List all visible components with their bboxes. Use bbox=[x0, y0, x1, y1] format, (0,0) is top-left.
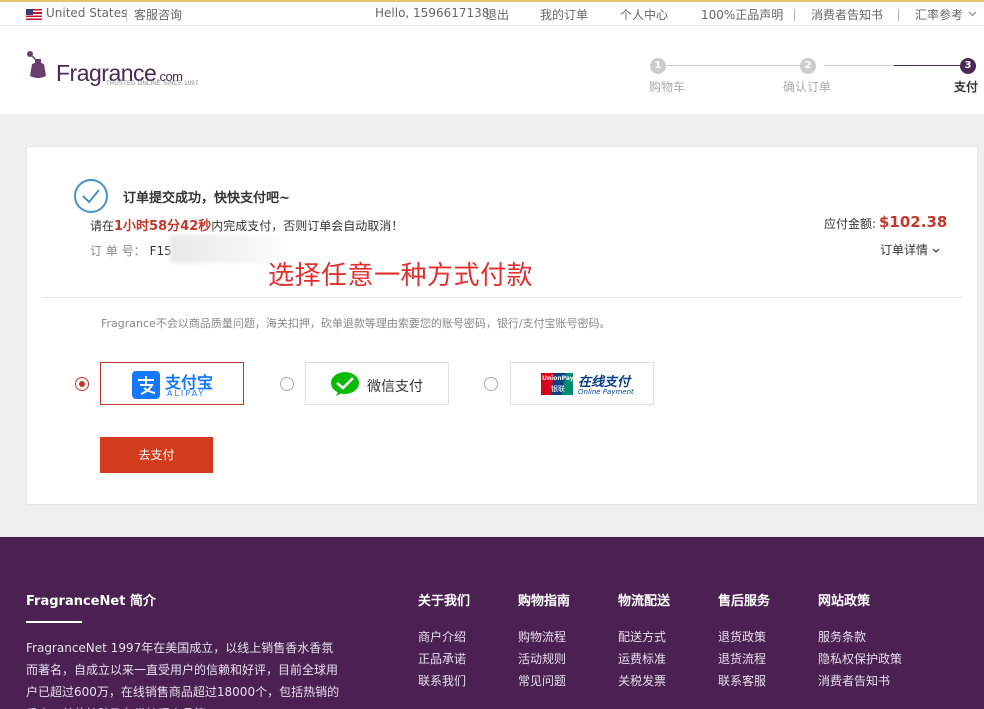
footer-link[interactable]: 配送方式 bbox=[618, 626, 670, 648]
footer-column-title: 售后服务 bbox=[718, 594, 771, 609]
countdown-timer: 1小时58分42秒 bbox=[114, 219, 212, 234]
footer-column-policy: 网站政策 服务条款 隐私权保护政策 消费者告知书 bbox=[818, 590, 902, 692]
site-header: Fragrance.com TRUSTED ONLINE SINCE 1997 … bbox=[0, 26, 984, 114]
footer-column-title: 物流配送 bbox=[618, 594, 671, 609]
checkout-steps: 1 购物车 2 确认订单 3 支付 bbox=[640, 56, 984, 96]
amount-value: $102.38 bbox=[879, 213, 948, 231]
deadline-suffix: 内完成支付，否则订单会自动取消！ bbox=[211, 219, 404, 233]
unionpay-icon: UnionPay 银联 bbox=[541, 373, 574, 395]
chevron-down-icon[interactable] bbox=[968, 11, 977, 17]
wechat-radio[interactable] bbox=[280, 377, 294, 391]
logout-link[interactable]: 退出 bbox=[485, 6, 509, 23]
step-1-circle: 1 bbox=[650, 58, 666, 74]
unionpay-radio[interactable] bbox=[484, 377, 498, 391]
footer-column-shipping: 物流配送 配送方式 运费标准 关税发票 bbox=[618, 590, 670, 692]
alipay-sub: ALIPAY bbox=[167, 389, 206, 398]
deadline-prefix: 请在 bbox=[90, 219, 115, 233]
footer-column-title: 关于我们 bbox=[418, 594, 471, 609]
footer-link[interactable]: 退货政策 bbox=[718, 626, 770, 648]
go-pay-button[interactable]: 去支付 bbox=[100, 437, 213, 473]
footer-link[interactable]: 关税发票 bbox=[618, 670, 670, 692]
my-orders-link[interactable]: 我的订单 bbox=[540, 6, 588, 23]
step-1-label: 购物车 bbox=[649, 80, 686, 94]
step-3-label: 支付 bbox=[954, 80, 979, 94]
site-footer: FragranceNet 简介 FragranceNet 1997年在美国成立，… bbox=[0, 537, 984, 709]
country-selector[interactable]: United States bbox=[46, 6, 127, 20]
divider bbox=[126, 9, 127, 21]
perfume-bottle-icon bbox=[27, 51, 46, 78]
unionpay-sub: Online Payment bbox=[578, 388, 634, 396]
step-connector bbox=[666, 65, 812, 66]
top-bar: United States 客服咨询 Hello, 1596617138 退出 … bbox=[0, 0, 984, 26]
payment-deadline: 请在1小时58分42秒内完成支付，否则订单会自动取消！ bbox=[90, 215, 403, 234]
footer-link[interactable]: 运费标准 bbox=[618, 648, 670, 670]
success-check-icon bbox=[74, 179, 108, 213]
customer-service-link[interactable]: 客服咨询 bbox=[134, 6, 182, 23]
wechat-icon bbox=[331, 372, 359, 396]
amount-label: 应付金额: bbox=[824, 217, 877, 231]
greeting-text: Hello, 1596617138 bbox=[375, 6, 490, 20]
wechat-option[interactable]: 微信支付 bbox=[305, 362, 449, 405]
footer-link[interactable]: 正品承诺 bbox=[418, 648, 470, 670]
step-3-circle: 3 bbox=[960, 58, 976, 74]
footer-link[interactable]: 隐私权保护政策 bbox=[818, 648, 902, 670]
unionpay-badge-sub: 银联 bbox=[551, 385, 565, 393]
footer-link[interactable]: 常见问题 bbox=[518, 670, 570, 692]
footer-column-about: 关于我们 商户介绍 正品承诺 联系我们 bbox=[418, 590, 470, 692]
account-link[interactable]: 个人中心 bbox=[620, 6, 668, 23]
footer-link[interactable]: 商户介绍 bbox=[418, 626, 470, 648]
footer-about-title: FragranceNet 简介 bbox=[26, 594, 156, 609]
divider bbox=[898, 9, 899, 21]
payment-card: 订单提交成功，快快支付吧~ 请在1小时58分42秒内完成支付，否则订单会自动取消… bbox=[26, 146, 978, 505]
step-2-label: 确认订单 bbox=[783, 80, 832, 94]
order-number-value: F15 bbox=[149, 244, 172, 258]
alipay-option[interactable]: 支付宝 ALIPAY bbox=[100, 362, 244, 405]
step-connector-active bbox=[894, 65, 964, 66]
us-flag-icon bbox=[26, 9, 42, 20]
authentic-link[interactable]: 100%正品声明 bbox=[701, 6, 783, 23]
order-details-label: 订单详情 bbox=[880, 243, 929, 257]
alipay-icon bbox=[132, 371, 160, 399]
divider bbox=[794, 9, 795, 21]
divider bbox=[26, 621, 82, 623]
annotation-text: 选择任意一种方式付款 bbox=[268, 261, 534, 291]
footer-about-text: FragranceNet 1997年在美国成立，以线上销售香水香氛而著名，自成立… bbox=[26, 641, 340, 709]
order-details-link[interactable]: 订单详情 bbox=[880, 241, 940, 258]
chevron-down-icon bbox=[932, 248, 940, 253]
security-notice: Fragrance不会以商品质量问题，海关扣押，砍单退款等理由索要您的账号密码，… bbox=[101, 317, 611, 330]
order-number: 订 单 号： F15 bbox=[90, 242, 172, 259]
exchange-rate-link[interactable]: 汇率参考 bbox=[915, 6, 963, 23]
footer-link[interactable]: 联系客服 bbox=[718, 670, 770, 692]
wechat-name: 微信支付 bbox=[367, 379, 423, 395]
footer-column-title: 网站政策 bbox=[818, 594, 871, 609]
alipay-radio[interactable] bbox=[75, 377, 89, 391]
footer-link[interactable]: 消费者告知书 bbox=[818, 670, 902, 692]
footer-column-aftersales: 售后服务 退货政策 退货流程 联系客服 bbox=[718, 590, 770, 692]
consumer-notice-link[interactable]: 消费者告知书 bbox=[811, 6, 883, 23]
footer-link[interactable]: 联系我们 bbox=[418, 670, 470, 692]
footer-link[interactable]: 退货流程 bbox=[718, 648, 770, 670]
success-title: 订单提交成功，快快支付吧~ bbox=[123, 191, 290, 206]
footer-link[interactable]: 购物流程 bbox=[518, 626, 570, 648]
unionpay-option[interactable]: UnionPay 银联 在线支付 Online Payment bbox=[510, 362, 654, 405]
unionpay-badge: UnionPay bbox=[542, 375, 574, 382]
footer-link[interactable]: 活动规则 bbox=[518, 648, 570, 670]
logo-tagline: TRUSTED ONLINE SINCE 1997 bbox=[106, 81, 199, 87]
footer-column-title: 购物指南 bbox=[518, 594, 571, 609]
step-2-circle: 2 bbox=[800, 58, 816, 74]
footer-link[interactable]: 服务条款 bbox=[818, 626, 902, 648]
footer-column-guide: 购物指南 购物流程 活动规则 常见问题 bbox=[518, 590, 570, 692]
divider bbox=[42, 297, 962, 298]
order-number-label: 订 单 号： bbox=[90, 244, 146, 258]
